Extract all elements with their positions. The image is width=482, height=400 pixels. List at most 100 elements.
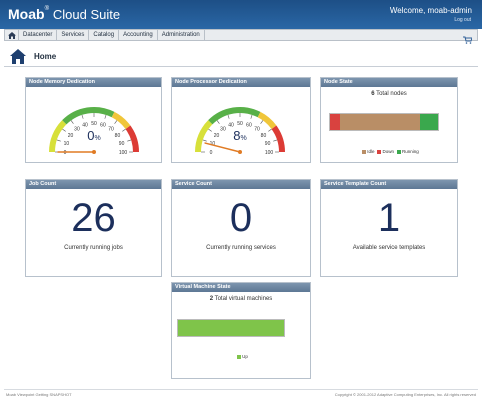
legend-swatch bbox=[397, 149, 401, 154]
gauge-tick-label: 80 bbox=[261, 133, 267, 139]
panel-title: Node Processor Dedication bbox=[172, 78, 310, 87]
gauge-tick bbox=[250, 114, 253, 119]
job-count-caption: Currently running jobs bbox=[64, 245, 123, 251]
node-total: 6 Total nodes bbox=[371, 91, 407, 97]
gauge-tick-label: 100 bbox=[265, 150, 274, 156]
gauge-tick-label: 20 bbox=[214, 133, 220, 139]
gauge-tick-label: 30 bbox=[220, 127, 226, 133]
panel-title: Service Count bbox=[172, 180, 310, 189]
bar-segment-down bbox=[330, 114, 340, 130]
panel-service-template-count: Service Template Count 1 Available servi… bbox=[320, 179, 458, 277]
gauge-tick bbox=[202, 139, 207, 142]
gauge-tick-label: 20 bbox=[68, 133, 74, 139]
page-header: Home bbox=[10, 46, 56, 66]
panel-title: Service Template Count bbox=[321, 180, 457, 189]
legend-swatch bbox=[377, 149, 382, 154]
gauge-tick-label: 70 bbox=[254, 127, 260, 133]
service-template-caption: Available service templates bbox=[352, 245, 426, 251]
logout-link[interactable]: Log out bbox=[454, 17, 471, 23]
panel-node-processor: Node Processor Dedication 0 10 20 30 40 50 60 7… bbox=[171, 77, 311, 163]
nav-item-accounting[interactable]: Accounting bbox=[119, 30, 158, 40]
job-count-value: 26 bbox=[71, 196, 116, 240]
house-icon bbox=[10, 48, 26, 64]
gauge-hub bbox=[238, 150, 242, 154]
gauge-tick-label: 100 bbox=[119, 150, 128, 156]
memory-gauge: 010203040 50 607080901000% bbox=[49, 107, 139, 156]
header-divider bbox=[4, 66, 478, 67]
gauge-tick bbox=[62, 128, 66, 132]
vm-state-legend: Up bbox=[172, 354, 310, 359]
panel-vm-state: Virtual Machine State 2 Total virtual ma… bbox=[171, 282, 311, 379]
gauge-tick bbox=[216, 120, 220, 124]
page-title: Home bbox=[34, 51, 57, 61]
home-icon bbox=[7, 31, 16, 39]
welcome-text: Welcome, moab-admin bbox=[389, 6, 472, 15]
gauge-zone-3 bbox=[271, 125, 285, 153]
panel-title: Node State bbox=[321, 78, 457, 87]
gauge-tick bbox=[114, 120, 118, 124]
gauge-tick-label: 70 bbox=[108, 127, 114, 133]
gauge-tick-label: 60 bbox=[246, 122, 252, 128]
gauge-tick bbox=[104, 114, 107, 119]
cart-icon bbox=[463, 36, 473, 44]
bar-segment-idle bbox=[339, 114, 420, 130]
gauge-tick-label: 0 bbox=[210, 150, 213, 156]
top-bar: Moab® Cloud Suite Welcome, moab-admin Lo… bbox=[0, 0, 482, 29]
gauge-tick-label: 0 bbox=[64, 150, 67, 156]
panel-node-memory: Node Memory Dedication 0 10 20 30 40 50 60 70 80… bbox=[25, 77, 162, 163]
gauge-tick bbox=[260, 120, 264, 124]
legend-label: Down bbox=[382, 149, 394, 154]
gauge-tick bbox=[208, 128, 212, 132]
panel-title: Job Count bbox=[26, 180, 161, 189]
app-logo: Moab® Cloud Suite bbox=[8, 6, 121, 22]
gauge-value: 8% bbox=[233, 128, 246, 143]
nav-item-datacenter[interactable]: Datacenter bbox=[19, 30, 58, 40]
gauge-zone-0 bbox=[195, 120, 213, 153]
footer-divider bbox=[4, 389, 478, 390]
gauge-hub bbox=[92, 150, 96, 154]
gauge-tick bbox=[70, 120, 74, 124]
gauge-tick-label: 90 bbox=[265, 141, 271, 147]
gauge-value: 0% bbox=[87, 128, 100, 143]
gauge-tick bbox=[273, 139, 278, 142]
vm-state-bar bbox=[177, 319, 285, 337]
cart-button[interactable] bbox=[463, 31, 473, 49]
gauge-tick bbox=[56, 139, 61, 142]
gauge-tick bbox=[227, 114, 230, 119]
panel-title: Node Memory Dedication bbox=[26, 78, 161, 87]
gauge-tick-label: 50 bbox=[237, 121, 243, 127]
service-count-value: 0 bbox=[229, 196, 253, 240]
footer-copyright: Copyright © 2001-2012 Adaptive Computing… bbox=[334, 392, 476, 397]
gauge-tick-label: 80 bbox=[115, 133, 121, 139]
gauge-zone-2 bbox=[111, 111, 131, 130]
nav-item-catalog[interactable]: Catalog bbox=[89, 30, 120, 40]
panel-job-count: Job Count 26 Currently running jobs bbox=[25, 179, 162, 277]
gauge-zone-3 bbox=[125, 125, 139, 153]
gauge-zone-2 bbox=[257, 111, 277, 130]
panel-service-count: Service Count 0 Currently running servic… bbox=[171, 179, 311, 277]
node-state-bar bbox=[329, 113, 439, 131]
gauge-tick-label: 90 bbox=[119, 141, 125, 147]
gauge-tick bbox=[127, 139, 132, 142]
footer-version: Moab Viewpoint Getting SNAPSHOT bbox=[6, 392, 72, 397]
service-template-value: 1 bbox=[377, 196, 401, 240]
legend-swatch bbox=[362, 149, 367, 154]
node-state-legend: Idle Down Running bbox=[321, 149, 457, 154]
nav-item-services[interactable]: Services bbox=[57, 30, 90, 40]
panel-title: Virtual Machine State bbox=[172, 283, 310, 292]
gauge-tick-label: 10 bbox=[64, 141, 70, 147]
gauge-zone-0 bbox=[49, 120, 67, 153]
gauge-tick-label: 50 bbox=[91, 121, 97, 127]
gauge-tick bbox=[268, 128, 272, 132]
gauge-tick bbox=[81, 114, 84, 119]
panel-node-state: Node State 6 Total nodes Idle Down Running bbox=[320, 77, 458, 163]
gauge-tick bbox=[122, 128, 126, 132]
nav-item-administration[interactable]: Administration bbox=[158, 30, 205, 40]
gauge-tick-label: 60 bbox=[100, 122, 106, 128]
gauge-tick-label: 30 bbox=[74, 127, 80, 133]
legend-swatch bbox=[237, 354, 242, 359]
legend-label: Up bbox=[242, 354, 248, 359]
nav-home-button[interactable] bbox=[5, 30, 19, 40]
main-nav: Datacenter Services Catalog Accounting A… bbox=[4, 29, 478, 44]
bar-segment-up bbox=[178, 320, 284, 336]
